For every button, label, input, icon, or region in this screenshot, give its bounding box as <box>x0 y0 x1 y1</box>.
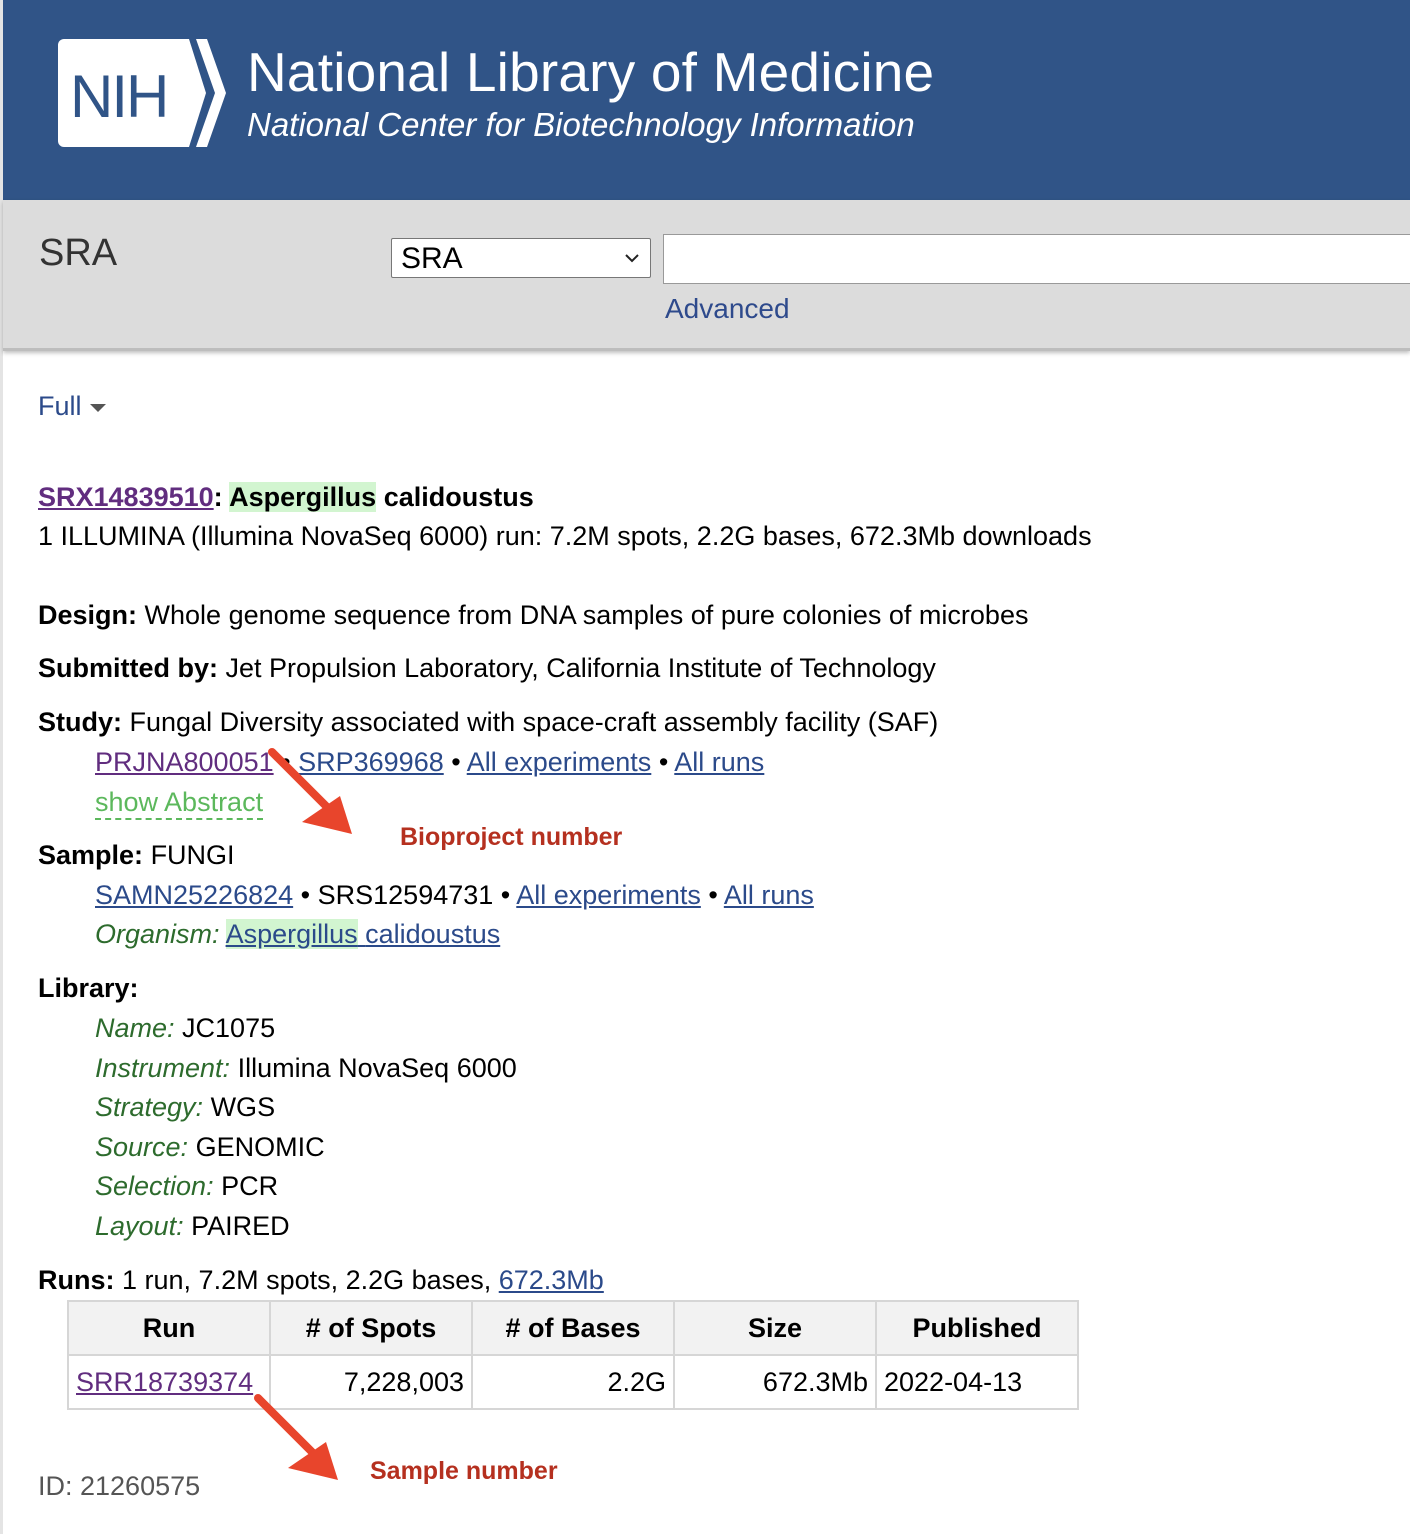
bioproject-arrow <box>268 748 352 834</box>
sample-arrow <box>254 1394 338 1480</box>
annotation-arrows <box>254 748 352 1480</box>
sample-annotation: Sample number <box>370 1457 558 1485</box>
bioproject-annotation: Bioproject number <box>400 823 623 851</box>
